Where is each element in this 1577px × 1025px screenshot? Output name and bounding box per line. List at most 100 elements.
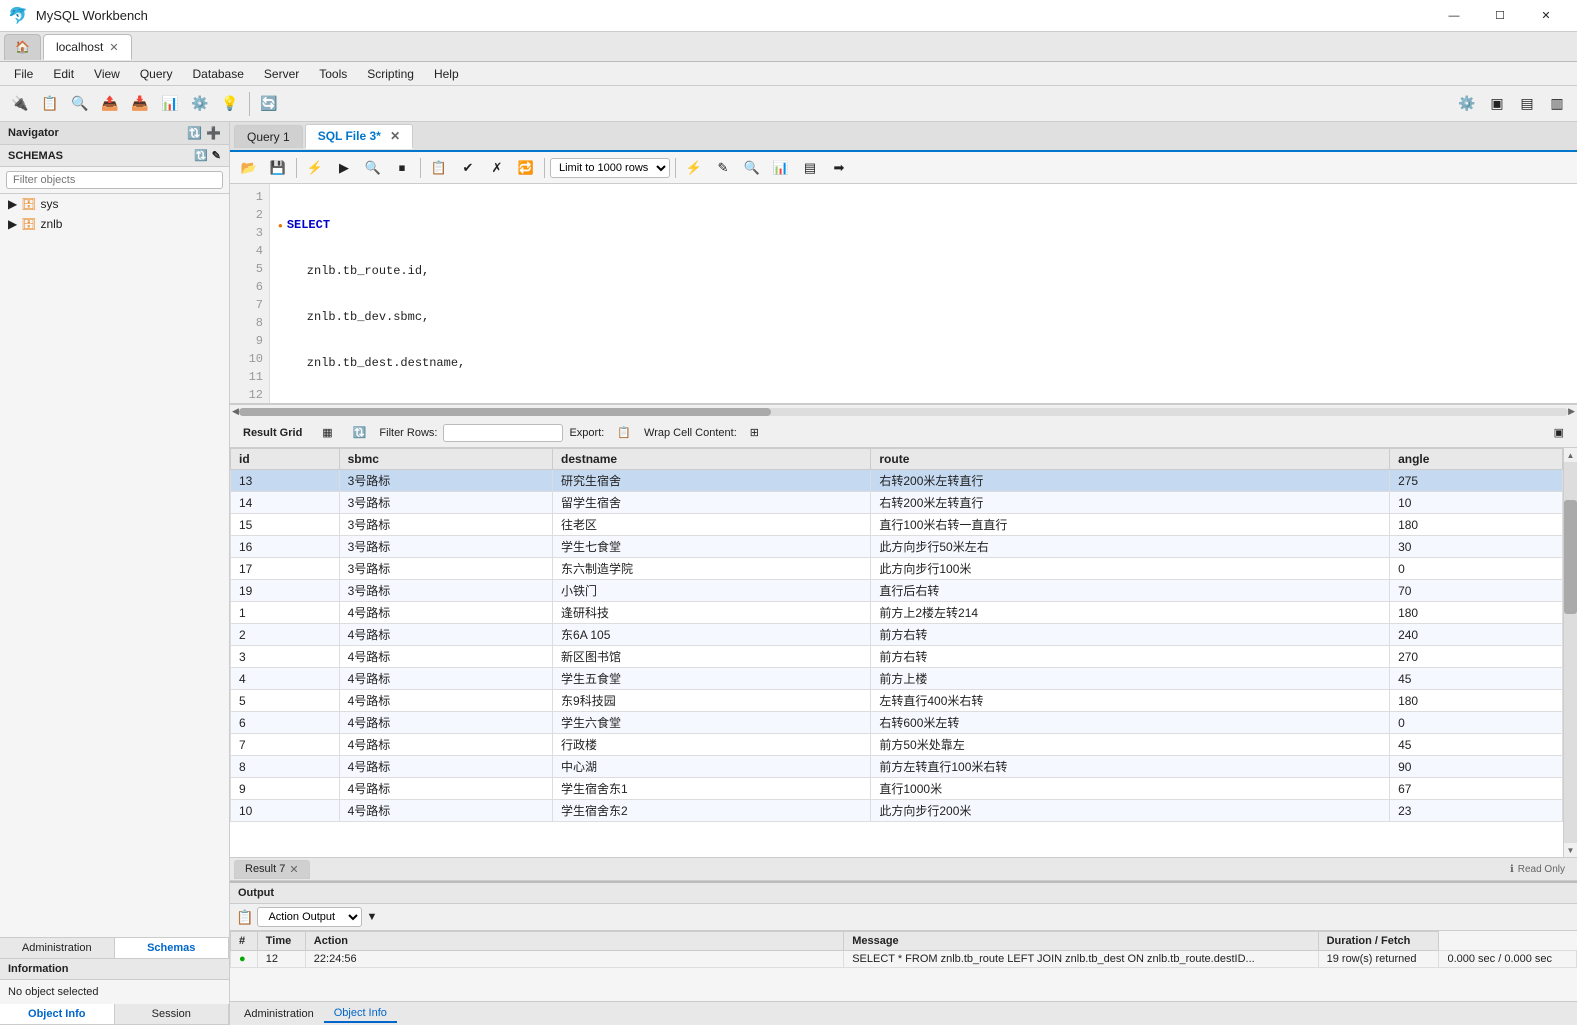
close-button[interactable]: ✕ bbox=[1523, 0, 1569, 32]
bottom-tab-object-info[interactable]: Object Info bbox=[324, 1005, 397, 1023]
bottom-tab-admin[interactable]: Administration bbox=[234, 1006, 324, 1022]
hscroll-thumb[interactable] bbox=[239, 408, 771, 416]
editor-hscroll[interactable]: ◀ ▶ bbox=[230, 404, 1577, 418]
col-angle[interactable]: angle bbox=[1390, 449, 1563, 470]
menu-edit[interactable]: Edit bbox=[43, 65, 84, 83]
vscroll-up[interactable]: ▲ bbox=[1564, 448, 1577, 462]
limit-rows-select[interactable]: Limit to 1000 rows No limit Limit to 10 … bbox=[550, 158, 670, 178]
query-stats-button[interactable]: 📊 bbox=[768, 155, 794, 181]
table-row[interactable]: 104号路标学生宿舍东2此方向步行200米23 bbox=[231, 800, 1563, 822]
menu-file[interactable]: File bbox=[4, 65, 43, 83]
find-replace-button[interactable]: ✎ bbox=[710, 155, 736, 181]
col-sbmc[interactable]: sbmc bbox=[339, 449, 552, 470]
sidebar-tab-administration[interactable]: Administration bbox=[0, 938, 115, 958]
grid-view-icon[interactable]: ▦ bbox=[315, 423, 339, 442]
hscroll-track[interactable] bbox=[239, 408, 1568, 416]
view-toggle-2[interactable]: ▤ bbox=[1513, 90, 1541, 118]
col-destname[interactable]: destname bbox=[553, 449, 871, 470]
close-result-tab-icon[interactable]: ✕ bbox=[289, 863, 298, 876]
maximize-button[interactable]: ☐ bbox=[1477, 0, 1523, 32]
menu-server[interactable]: Server bbox=[254, 65, 309, 83]
sql-editor[interactable]: 1 2 3 4 5 6 7 8 9 10 11 12 13 ●SELECT bbox=[230, 184, 1577, 404]
minimize-button[interactable]: — bbox=[1431, 0, 1477, 32]
view-toggle-3[interactable]: ▥ bbox=[1543, 90, 1571, 118]
menu-query[interactable]: Query bbox=[130, 65, 183, 83]
context-help-button[interactable]: ➡ bbox=[826, 155, 852, 181]
output-arrow-icon[interactable]: ▼ bbox=[366, 911, 377, 923]
table-row[interactable]: 163号路标学生七食堂此方向步行50米左右30 bbox=[231, 536, 1563, 558]
table-row[interactable]: 84号路标中心湖前方左转直行100米右转90 bbox=[231, 756, 1563, 778]
output-copy-icon[interactable]: 📋 bbox=[236, 909, 253, 926]
toggle-action-output[interactable]: 📋 bbox=[426, 155, 452, 181]
vscroll-track[interactable] bbox=[1564, 462, 1577, 843]
home-tab[interactable]: 🏠 bbox=[4, 34, 41, 60]
vscroll-thumb[interactable] bbox=[1564, 500, 1577, 614]
col-id[interactable]: id bbox=[231, 449, 340, 470]
table-row[interactable]: 14号路标逢研科技前方上2楼左转214180 bbox=[231, 602, 1563, 624]
format-button[interactable]: ▤ bbox=[797, 155, 823, 181]
table-row[interactable]: 24号路标东6A 105前方右转240 bbox=[231, 624, 1563, 646]
table-data-import-button[interactable]: 📥 bbox=[126, 90, 154, 118]
query-tab-sqlfile3[interactable]: SQL File 3* ✕ bbox=[305, 124, 414, 149]
action-output-select[interactable]: Action Output History Output Text Output bbox=[257, 907, 362, 927]
search-button[interactable]: 🔍 bbox=[739, 155, 765, 181]
open-file-button[interactable]: 📂 bbox=[236, 155, 262, 181]
explain-query-button[interactable]: 🔍 bbox=[360, 155, 386, 181]
query-tab-1[interactable]: Query 1 bbox=[234, 125, 303, 148]
table-row[interactable]: 94号路标学生宿舍东1直行1000米67 bbox=[231, 778, 1563, 800]
code-area[interactable]: ●SELECT znlb.tb_route.id, znlb.tb_dev.sb… bbox=[270, 184, 1577, 404]
table-row[interactable]: 153号路标往老区直行100米右转一直直行180 bbox=[231, 514, 1563, 536]
list-item[interactable]: ●1222:24:56SELECT * FROM znlb.tb_route L… bbox=[231, 951, 1577, 968]
view-toggle-1[interactable]: ▣ bbox=[1483, 90, 1511, 118]
add-icon[interactable]: ➕ bbox=[206, 126, 221, 140]
table-row[interactable]: 133号路标研究生宿舍右转200米左转直行275 bbox=[231, 470, 1563, 492]
execute-selection-button[interactable]: ▶ bbox=[331, 155, 357, 181]
menu-help[interactable]: Help bbox=[424, 65, 469, 83]
menu-view[interactable]: View bbox=[84, 65, 130, 83]
schema-item-sys[interactable]: ▶ 🗄 sys bbox=[0, 194, 229, 214]
vscroll-down[interactable]: ▼ bbox=[1564, 843, 1577, 857]
stop-button[interactable]: ⏹ bbox=[389, 155, 415, 181]
table-row[interactable]: 64号路标学生六食堂右转600米左转0 bbox=[231, 712, 1563, 734]
wrap-toggle-button[interactable]: ⊞ bbox=[743, 423, 766, 442]
rollback-button[interactable]: ✗ bbox=[484, 155, 510, 181]
table-row[interactable]: 44号路标学生五食堂前方上楼45 bbox=[231, 668, 1563, 690]
execute-all-button[interactable]: ⚡ bbox=[681, 155, 707, 181]
export-button[interactable]: 📋 bbox=[610, 423, 638, 442]
split-view-button[interactable]: ▣ bbox=[1547, 423, 1571, 442]
sidebar-tab-schemas[interactable]: Schemas bbox=[115, 938, 230, 958]
result-tab-7[interactable]: Result 7 ✕ bbox=[234, 860, 310, 879]
execute-button[interactable]: ⚡ bbox=[302, 155, 328, 181]
schemas-add-icon[interactable]: ✎ bbox=[212, 149, 221, 162]
close-tab-icon[interactable]: ✕ bbox=[390, 129, 400, 143]
migration-wizard-button[interactable]: 🔄 bbox=[255, 90, 283, 118]
menu-scripting[interactable]: Scripting bbox=[357, 65, 424, 83]
table-row[interactable]: 34号路标新区图书馆前方右转270 bbox=[231, 646, 1563, 668]
result-grid[interactable]: id sbmc destname route angle 133号路标研究生宿舍… bbox=[230, 448, 1577, 857]
filter-objects-input[interactable] bbox=[6, 171, 223, 189]
table-row[interactable]: 74号路标行政楼前方50米处靠左45 bbox=[231, 734, 1563, 756]
table-row[interactable]: 193号路标小铁门直行后右转70 bbox=[231, 580, 1563, 602]
schema-item-znlb[interactable]: ▶ 🗄 znlb bbox=[0, 214, 229, 234]
scroll-right-icon[interactable]: ▶ bbox=[1568, 406, 1575, 417]
object-info-tab[interactable]: Object Info bbox=[0, 1004, 115, 1024]
schema-inspector-button[interactable]: 🔍 bbox=[66, 90, 94, 118]
connection-tab-localhost[interactable]: localhost ✕ bbox=[43, 34, 132, 60]
save-file-button[interactable]: 💾 bbox=[265, 155, 291, 181]
performance-report-button[interactable]: 📊 bbox=[156, 90, 184, 118]
table-row[interactable]: 143号路标留学生宿舍右转200米左转直行10 bbox=[231, 492, 1563, 514]
close-icon[interactable]: ✕ bbox=[109, 41, 118, 54]
session-tab[interactable]: Session bbox=[115, 1004, 230, 1024]
performance-schema-button[interactable]: ⚙️ bbox=[186, 90, 214, 118]
scroll-left-icon[interactable]: ◀ bbox=[232, 406, 239, 417]
col-route[interactable]: route bbox=[871, 449, 1390, 470]
schemas-refresh-icon[interactable]: 🔃 bbox=[194, 149, 208, 162]
filter-rows-input[interactable] bbox=[443, 424, 563, 442]
table-row[interactable]: 173号路标东六制造学院此方向步行100米0 bbox=[231, 558, 1563, 580]
open-script-button[interactable]: 📋 bbox=[36, 90, 64, 118]
settings-button[interactable]: ⚙️ bbox=[1453, 90, 1481, 118]
result-vscroll[interactable]: ▲ ▼ bbox=[1563, 448, 1577, 857]
toggle-autocommit[interactable]: 🔁 bbox=[513, 155, 539, 181]
result-grid-button[interactable]: Result Grid bbox=[236, 424, 309, 442]
explain-button[interactable]: 💡 bbox=[216, 90, 244, 118]
